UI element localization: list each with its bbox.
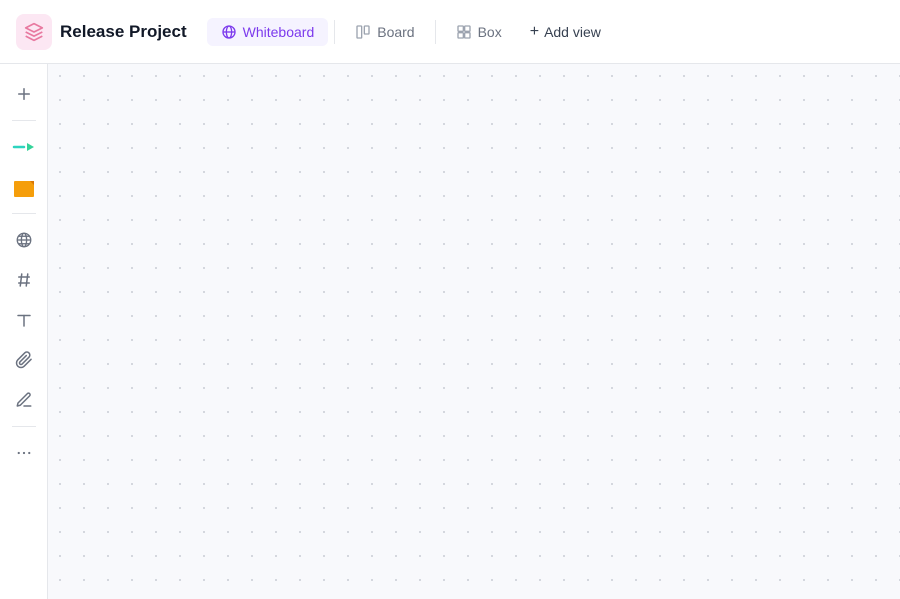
sidebar-divider-3	[12, 426, 36, 427]
sidebar-divider-2	[12, 213, 36, 214]
tab-whiteboard-label: Whiteboard	[243, 24, 315, 40]
tab-board[interactable]: Board	[341, 18, 428, 46]
tab-box[interactable]: Box	[442, 18, 516, 46]
add-tool-button[interactable]	[6, 76, 42, 112]
tab-whiteboard[interactable]: Whiteboard	[207, 18, 329, 46]
add-view-plus-icon: +	[530, 23, 539, 41]
whiteboard-icon	[221, 24, 237, 40]
app-header: Release Project Whiteboard Boa	[0, 0, 900, 64]
main-layout	[0, 64, 900, 599]
box-icon	[456, 24, 472, 40]
sticky-tool-button[interactable]	[6, 169, 42, 205]
board-icon	[355, 24, 371, 40]
tab-board-label: Board	[377, 24, 414, 40]
globe-tool-button[interactable]	[6, 222, 42, 258]
sidebar	[0, 64, 48, 599]
nav-tabs: Whiteboard Board	[207, 17, 613, 47]
add-view-label: Add view	[544, 24, 601, 40]
project-title: Release Project	[60, 22, 187, 42]
text-tool-button[interactable]	[6, 302, 42, 338]
hashtag-tool-button[interactable]	[6, 262, 42, 298]
project-icon	[16, 14, 52, 50]
cursor-tool-button[interactable]	[6, 129, 42, 165]
attach-tool-button[interactable]	[6, 342, 42, 378]
tab-box-label: Box	[478, 24, 502, 40]
add-view-button[interactable]: + Add view	[518, 17, 613, 47]
nav-divider-2	[435, 20, 436, 44]
sidebar-divider-1	[12, 120, 36, 121]
draw-tool-button[interactable]	[6, 382, 42, 418]
nav-divider-1	[334, 20, 335, 44]
whiteboard-canvas[interactable]	[48, 64, 900, 599]
more-tool-button[interactable]	[6, 435, 42, 471]
